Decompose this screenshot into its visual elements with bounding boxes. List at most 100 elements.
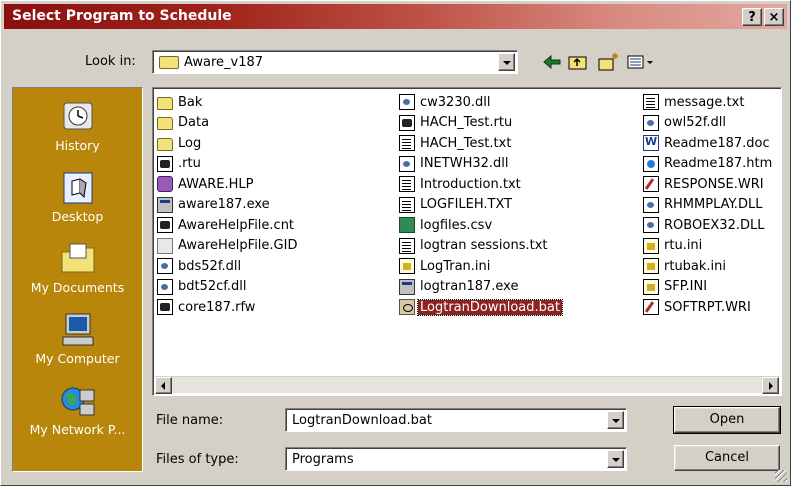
place-history-label: History [55, 138, 100, 153]
place-my-documents-label: My Documents [30, 280, 125, 295]
place-my-computer[interactable]: My Computer [13, 311, 142, 366]
file-name: message.txt [664, 94, 745, 110]
new-folder-icon[interactable] [596, 51, 620, 73]
place-network[interactable]: My Network P... [13, 382, 142, 437]
title-bar[interactable]: Select Program to Schedule ? × [4, 4, 787, 29]
file-item[interactable]: HACH_Test.rtu [399, 113, 635, 133]
file-item[interactable]: logtran187.exe [399, 277, 635, 297]
file-item[interactable]: LOGFILEH.TXT [399, 195, 635, 215]
app-file-icon [157, 155, 173, 172]
doc-file-icon [399, 196, 415, 213]
file-item[interactable]: Readme187.htm [643, 154, 779, 174]
file-item[interactable]: Introduction.txt [399, 174, 635, 194]
file-item[interactable]: Readme187.doc [643, 133, 779, 153]
file-name: cw3230.dll [420, 94, 491, 110]
chevron-down-icon[interactable] [607, 450, 624, 468]
place-history[interactable]: History [13, 98, 142, 153]
dll-file-icon [643, 217, 659, 233]
file-item[interactable]: Log [157, 133, 393, 153]
wri-file-icon [643, 299, 659, 315]
file-name: Bak [178, 94, 203, 110]
file-name: AwareHelpFile.cnt [178, 217, 295, 233]
file-item[interactable]: AwareHelpFile.GID [157, 236, 393, 256]
file-name: SOFTRPT.WRI [664, 299, 751, 315]
file-item[interactable]: logtran sessions.txt [399, 236, 635, 256]
app-file-icon [157, 299, 173, 315]
file-item[interactable]: logfiles.csv [399, 215, 635, 235]
open-button[interactable]: Open [673, 406, 781, 434]
look-in-dropdown[interactable]: Aware_v187 [152, 50, 518, 74]
resize-grip[interactable] [775, 470, 787, 482]
cancel-button[interactable]: Cancel [674, 445, 780, 471]
file-item[interactable]: RESPONSE.WRI [643, 174, 779, 194]
view-menu-icon[interactable] [625, 51, 655, 73]
doc-file-icon [399, 237, 415, 254]
close-button[interactable]: × [764, 8, 784, 26]
file-name: INETWH32.dll [420, 156, 509, 171]
file-item[interactable]: core187.rfw [157, 297, 393, 317]
dll-file-icon [399, 94, 415, 110]
file-item[interactable]: LogtranDownload.bat [399, 297, 635, 317]
scroll-left-icon[interactable] [155, 377, 172, 394]
csv-file-icon [399, 217, 415, 233]
file-item[interactable]: rtu.ini [643, 236, 779, 256]
scroll-right-icon[interactable] [762, 377, 779, 394]
file-item[interactable]: HACH_Test.txt [399, 133, 635, 153]
file-item[interactable]: bds52f.dll [157, 256, 393, 276]
place-network-label: My Network P... [29, 422, 126, 437]
horizontal-scrollbar[interactable] [155, 376, 779, 394]
file-name: HACH_Test.rtu [420, 115, 513, 130]
help-button[interactable]: ? [742, 8, 762, 26]
wri-file-icon [643, 176, 659, 192]
folder-icon [159, 56, 179, 69]
folder-file-icon [157, 137, 173, 151]
file-item[interactable]: Data [157, 113, 393, 133]
chevron-down-icon[interactable] [498, 53, 515, 71]
place-my-documents[interactable]: My Documents [13, 240, 142, 295]
file-item[interactable]: rtubak.ini [643, 256, 779, 276]
files-of-type-label: Files of type: [156, 452, 239, 467]
ini-file-icon [399, 258, 415, 274]
file-name-input[interactable]: LogtranDownload.bat [285, 408, 627, 432]
file-item[interactable]: message.txt [643, 92, 779, 112]
file-item[interactable]: RHMMPLAY.DLL [643, 195, 779, 215]
back-arrow-icon[interactable] [540, 51, 564, 73]
file-item[interactable]: cw3230.dll [399, 92, 635, 112]
dll-file-icon [157, 258, 173, 274]
file-name: bdt52cf.dll [178, 279, 247, 294]
exe-file-icon [157, 196, 173, 213]
chevron-down-icon[interactable] [607, 411, 624, 429]
file-name: RESPONSE.WRI [664, 176, 764, 192]
file-name: logtran187.exe [420, 279, 519, 294]
file-list[interactable]: Bak Data Log .rtu AWARE.HLP aware187.exe Aware… [152, 87, 782, 396]
bat-file-icon [399, 299, 415, 315]
file-item[interactable]: INETWH32.dll [399, 154, 635, 174]
word-file-icon [643, 135, 659, 151]
file-item[interactable]: AwareHelpFile.cnt [157, 215, 393, 235]
file-item[interactable]: owl52f.dll [643, 113, 779, 133]
file-item[interactable]: SOFTRPT.WRI [643, 297, 779, 317]
file-item[interactable]: SFP.INI [643, 277, 779, 297]
file-name: Log [178, 135, 202, 151]
files-of-type-value: Programs [292, 452, 354, 467]
file-item[interactable]: AWARE.HLP [157, 174, 393, 194]
file-name: SFP.INI [664, 279, 708, 294]
up-folder-icon[interactable] [566, 51, 590, 73]
select-program-dialog: Select Program to Schedule ? × Look in: … [0, 0, 791, 486]
file-item[interactable]: Bak [157, 92, 393, 112]
files-of-type-dropdown[interactable]: Programs [285, 447, 627, 471]
place-desktop[interactable]: Desktop [13, 169, 142, 224]
file-item[interactable]: .rtu [157, 154, 393, 174]
file-name: owl52f.dll [664, 115, 726, 130]
network-places-icon [58, 382, 98, 420]
ini-file-icon [643, 278, 659, 295]
dll-file-icon [643, 196, 659, 213]
file-name-label: File name: [156, 413, 224, 428]
file-item[interactable]: aware187.exe [157, 195, 393, 215]
file-item[interactable]: bdt52cf.dll [157, 277, 393, 297]
file-item[interactable]: ROBOEX32.DLL [643, 215, 779, 235]
file-item[interactable]: LogTran.ini [399, 256, 635, 276]
doc-file-icon [399, 135, 415, 151]
file-name: AWARE.HLP [178, 176, 254, 192]
file-name: rtu.ini [664, 238, 703, 253]
